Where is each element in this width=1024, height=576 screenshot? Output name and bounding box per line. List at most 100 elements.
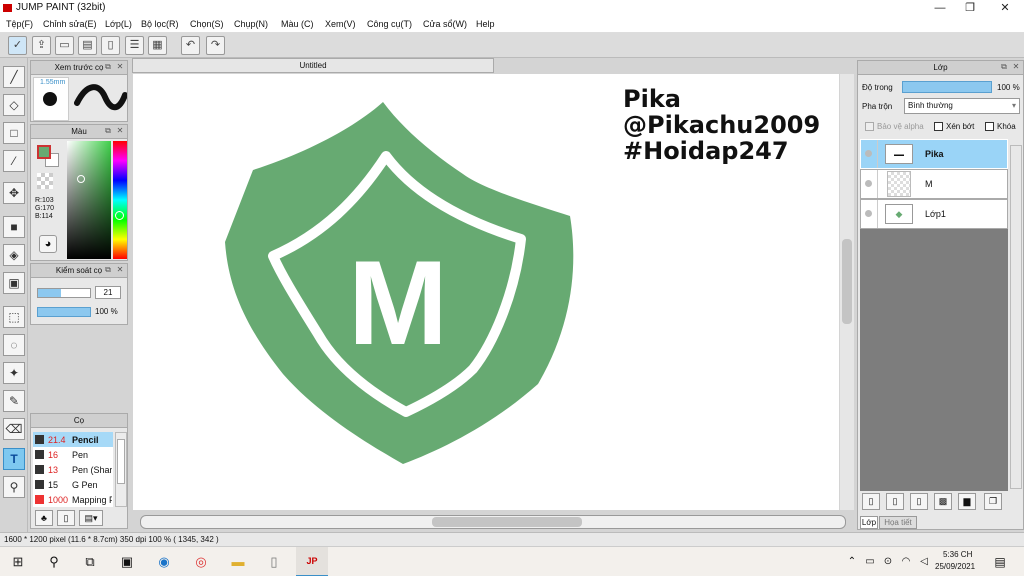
vscroll-thumb[interactable]: [842, 239, 852, 324]
minimize-button[interactable]: —: [925, 0, 955, 16]
panel-float-icon[interactable]: ⧉: [999, 62, 1009, 72]
file-explorer-icon[interactable]: ▬: [230, 554, 246, 570]
magic-wand-tool-icon[interactable]: ✦: [3, 362, 25, 384]
brush-size-slider[interactable]: [37, 288, 91, 298]
tab-untitled[interactable]: Untitled: [132, 58, 494, 73]
brush-list-item[interactable]: 15 G Pen: [33, 477, 113, 492]
tab-layers[interactable]: Lớp: [860, 516, 878, 529]
hscroll-thumb[interactable]: [432, 517, 582, 527]
menu-help[interactable]: Help: [476, 19, 495, 29]
sv-picker-cursor[interactable]: [77, 175, 85, 183]
eye-icon[interactable]: [865, 150, 872, 157]
menu-file[interactable]: Tệp(F): [6, 19, 33, 29]
layer-row[interactable]: ▬▬ Pika: [860, 139, 1008, 169]
document-icon[interactable]: ▯: [101, 36, 120, 55]
layer-opacity-slider[interactable]: [902, 81, 992, 93]
task-view-icon[interactable]: ⧉: [82, 554, 98, 570]
brush-list-item[interactable]: 13 Pen (Shar: [33, 462, 113, 477]
eyedropper-tool-icon[interactable]: ⚲: [3, 476, 25, 498]
new-layer-icon[interactable]: ▯: [862, 493, 880, 510]
jump-paint-taskbar-icon[interactable]: JP: [296, 547, 328, 576]
panel-close-icon[interactable]: ✕: [115, 62, 125, 72]
select-eraser-tool-icon[interactable]: ⌫: [3, 418, 25, 440]
panel-close-icon[interactable]: ✕: [115, 126, 125, 136]
layer-row[interactable]: M: [860, 169, 1008, 199]
clock-time[interactable]: 5:36 CH: [943, 550, 972, 559]
menu-layer[interactable]: Lớp(L): [105, 19, 132, 29]
brush-opacity-slider[interactable]: [37, 307, 91, 317]
new-brush-icon[interactable]: ▯: [57, 510, 75, 526]
eye-icon[interactable]: [865, 210, 872, 217]
panel-close-icon[interactable]: ✕: [115, 265, 125, 275]
menu-filter[interactable]: Bộ lọc(R): [141, 19, 179, 29]
close-button[interactable]: ✕: [990, 0, 1020, 16]
list-icon[interactable]: ☰: [125, 36, 144, 55]
protect-alpha-checkbox[interactable]: [865, 122, 874, 131]
transparent-swatch[interactable]: [37, 173, 53, 189]
search-icon[interactable]: ⚲: [46, 554, 62, 570]
maximize-button[interactable]: ❐: [955, 0, 985, 16]
menu-window[interactable]: Cửa sổ(W): [423, 19, 467, 29]
brush-tool-icon[interactable]: ╱: [3, 66, 25, 88]
panel-float-icon[interactable]: ⧉: [103, 62, 113, 72]
grid-icon[interactable]: ▦: [148, 36, 167, 55]
brush-list-item[interactable]: 21.4 Pencil: [33, 432, 113, 447]
chrome-browser-icon[interactable]: ◎: [193, 554, 209, 570]
panel-close-icon[interactable]: ✕: [1011, 62, 1021, 72]
menu-capture[interactable]: Chụp(N): [234, 19, 268, 29]
panel-float-icon[interactable]: ⧉: [103, 126, 113, 136]
text-tool-icon[interactable]: T: [3, 448, 25, 470]
canvas-horizontal-scrollbar[interactable]: [140, 515, 846, 529]
lock-checkbox[interactable]: [985, 122, 994, 131]
windows-start-icon[interactable]: ⊞: [10, 554, 26, 570]
brush-list-item[interactable]: 1000 Mapping P: [33, 492, 113, 507]
brush-group-icon[interactable]: ♣: [35, 510, 53, 526]
notification-icon[interactable]: ▤: [992, 554, 1008, 570]
tab-patterns[interactable]: Họa tiết: [879, 516, 917, 529]
brush-list-item[interactable]: 16 Pen: [33, 447, 113, 462]
menu-edit[interactable]: Chỉnh sửa(E): [43, 19, 97, 29]
gradient-tool-icon[interactable]: ▣: [3, 272, 25, 294]
battery-icon[interactable]: ▭: [862, 554, 878, 570]
hue-slider[interactable]: [113, 141, 127, 259]
move-tool-icon[interactable]: ✥: [3, 182, 25, 204]
layer-row[interactable]: ◆ Lớp1: [860, 199, 1008, 229]
menu-view[interactable]: Xem(V): [325, 19, 356, 29]
layer-list-scrollbar[interactable]: [1010, 145, 1022, 489]
comment-icon[interactable]: ▭: [55, 36, 74, 55]
brush-menu-icon[interactable]: ▤▾: [79, 510, 103, 526]
eye-icon[interactable]: [865, 180, 872, 187]
menu-color[interactable]: Màu (C): [281, 19, 314, 29]
canvas-vertical-scrollbar[interactable]: [840, 74, 854, 510]
select-pen-tool-icon[interactable]: ✎: [3, 390, 25, 412]
panel-float-icon[interactable]: ⧉: [103, 265, 113, 275]
rect-select-tool-icon[interactable]: ⬚: [3, 306, 25, 328]
blend-mode-select[interactable]: Bình thường ▾: [904, 98, 1020, 114]
wifi-icon[interactable]: ◠: [898, 554, 914, 570]
message-icon[interactable]: ▤: [78, 36, 97, 55]
clip-checkbox[interactable]: [934, 122, 943, 131]
usb-icon[interactable]: ⊙: [880, 554, 896, 570]
bucket-tool-icon[interactable]: ◈: [3, 244, 25, 266]
document-app-icon[interactable]: ▯: [266, 554, 282, 570]
new-text-layer-icon[interactable]: ▯: [886, 493, 904, 510]
foreground-color-swatch[interactable]: [37, 145, 51, 159]
palette-icon[interactable]: ◕: [39, 235, 57, 253]
rect-tool-icon[interactable]: □: [3, 122, 25, 144]
hue-slider-cursor[interactable]: [115, 211, 124, 220]
redo-icon[interactable]: ↷: [206, 36, 225, 55]
volume-icon[interactable]: ◁: [916, 554, 932, 570]
menu-tools[interactable]: Công cụ(T): [367, 19, 412, 29]
chevron-up-icon[interactable]: ⌃: [844, 554, 860, 570]
folder-icon[interactable]: ▆: [958, 493, 976, 510]
fill-rect-tool-icon[interactable]: ■: [3, 216, 25, 238]
eraser-tool-icon[interactable]: ◇: [3, 94, 25, 116]
menu-select[interactable]: Chọn(S): [190, 19, 224, 29]
clock-date[interactable]: 25/09/2021: [935, 562, 975, 571]
saturation-value-picker[interactable]: [67, 141, 111, 259]
brush-size-input[interactable]: 21: [95, 286, 121, 299]
undo-icon[interactable]: ↶: [181, 36, 200, 55]
line-tool-icon[interactable]: ⁄: [3, 150, 25, 172]
duplicate-layer-icon[interactable]: ❐: [984, 493, 1002, 510]
lasso-select-tool-icon[interactable]: ◌: [3, 334, 25, 356]
